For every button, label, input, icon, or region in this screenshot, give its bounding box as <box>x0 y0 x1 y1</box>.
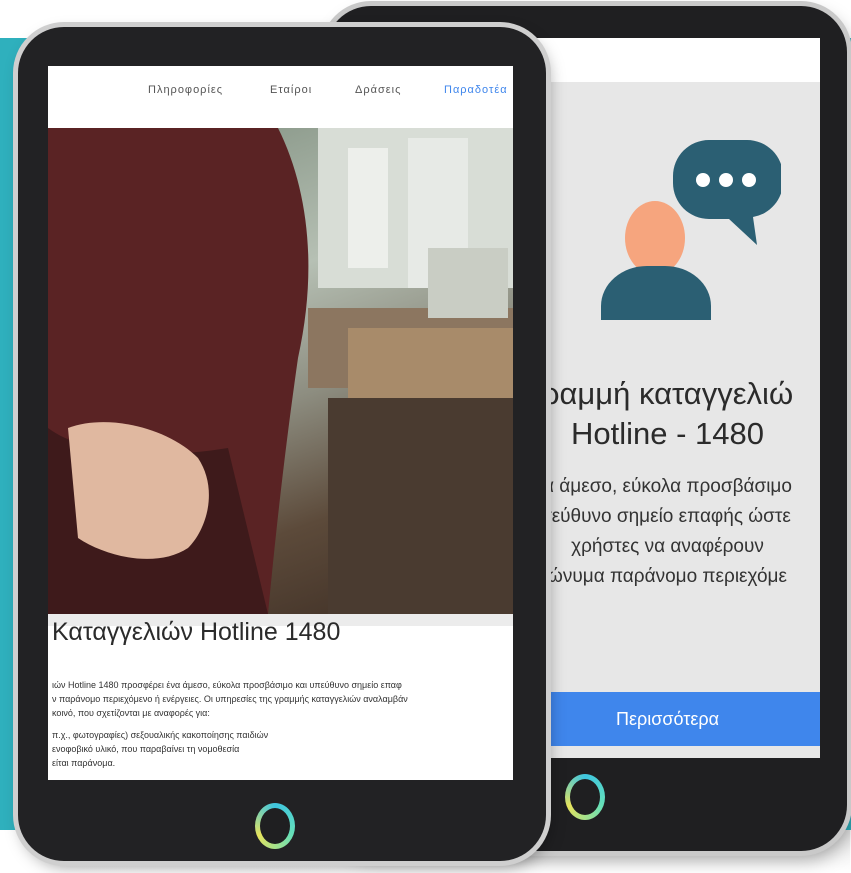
tablet-front-screen: Πληροφορίες Εταίροι Δράσεις Παραδοτέα Κα… <box>48 66 513 780</box>
report-topics-list: π.χ., φωτογραφίες) σεξουαλικής κακοποίησ… <box>52 728 513 770</box>
hotline-description: α άμεσο, εύκολα προσβάσιμο τεύθυνο σημεί… <box>515 472 820 592</box>
list-item: είται παράνομα. <box>52 758 116 768</box>
hotline-description-line: χρήστες να αναφέρουν <box>571 536 764 557</box>
hotline-card: ραμμή καταγγελιώ Hotline - 1480 α άμεσο,… <box>515 82 820 758</box>
nav-item-actions[interactable]: Δράσεις <box>355 84 401 96</box>
tablet-back-screen: ραμμή καταγγελιώ Hotline - 1480 α άμεσο,… <box>515 38 820 758</box>
paragraph-line: ιών Hotline 1480 προσφέρει ένα άμεσο, εύ… <box>52 680 402 690</box>
nav-item-deliverables[interactable]: Παραδοτέα <box>444 84 508 96</box>
nav-item-partners[interactable]: Εταίροι <box>270 84 312 96</box>
page-heading: Καταγγελιών Hotline 1480 <box>52 618 341 646</box>
person-with-chat-bubble-icon <box>601 140 781 320</box>
home-button-ring-icon[interactable] <box>255 803 295 849</box>
paragraph-line: ν παράνομο περιεχόμενο ή ενέργειες. Οι υ… <box>52 694 408 704</box>
page-paragraph: ιών Hotline 1480 προσφέρει ένα άμεσο, εύ… <box>52 678 513 770</box>
home-button-ring-icon[interactable] <box>565 774 605 820</box>
list-item: ενοφοβικό υλικό, που παραβαίνει τη νομοθ… <box>52 744 240 754</box>
hero-photo-scene <box>48 128 513 614</box>
hotline-title-line-2: Hotline - 1480 <box>570 416 764 451</box>
hotline-title: ραμμή καταγγελιώ Hotline - 1480 <box>515 374 820 454</box>
hero-photo <box>48 128 513 614</box>
top-navigation: Πληροφορίες Εταίροι Δράσεις Παραδοτέα <box>48 66 513 128</box>
nav-item-info[interactable]: Πληροφορίες <box>148 84 223 96</box>
hotline-description-line: α άμεσο, εύκολα προσβάσιμο <box>543 476 792 497</box>
hotline-title-line-1: ραμμή καταγγελιώ <box>541 376 794 411</box>
list-item: π.χ., φωτογραφίες) σεξουαλικής κακοποίησ… <box>52 730 269 740</box>
hotline-description-line: τεύθυνο σημείο επαφής ώστε <box>544 506 791 527</box>
hotline-description-line: ώνυμα παράνομο περιεχόμε <box>548 566 787 587</box>
more-button[interactable]: Περισσότερα <box>515 692 820 746</box>
paragraph-line: κοινό, που σχετίζονται με αναφορές για: <box>52 708 210 718</box>
